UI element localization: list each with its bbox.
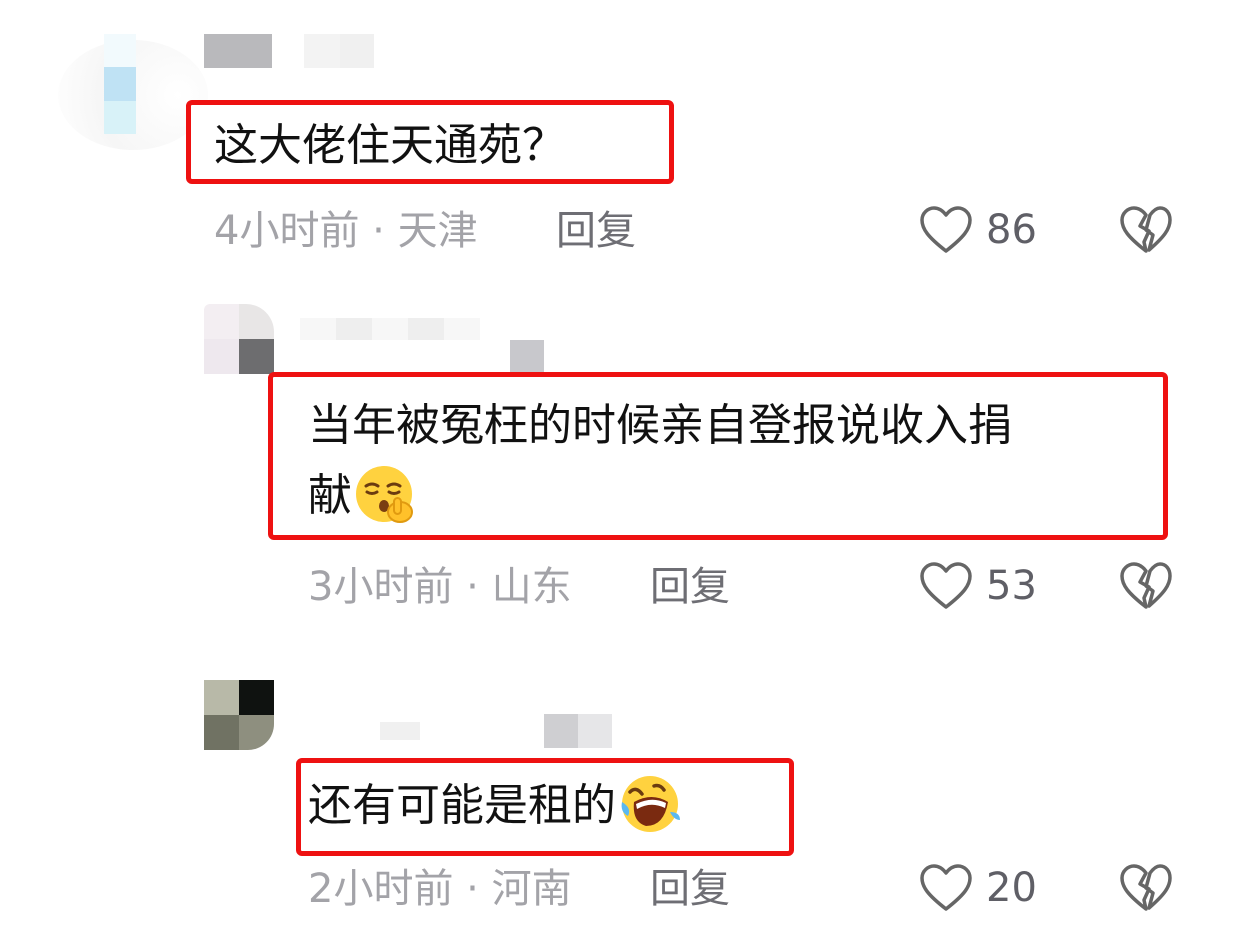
comment-time-location: 4小时前 · 天津 [214, 208, 478, 254]
broken-heart-outline-icon [1120, 206, 1172, 253]
like-button[interactable]: 20 [918, 860, 1037, 916]
comment-thread: 这大佬住天通苑？ 4小时前 · 天津 回复 86 当年被冤枉的时候亲自登报说收入… [0, 0, 1240, 946]
reply-button[interactable]: 回复 [650, 562, 730, 612]
comment-text: 这大佬住天通苑？ [214, 120, 566, 171]
reply-button[interactable]: 回复 [650, 864, 730, 914]
heart-outline-icon [920, 864, 972, 911]
like-count: 53 [986, 563, 1037, 609]
shushing-face-emoji [356, 466, 413, 523]
dislike-button[interactable] [1118, 862, 1174, 914]
username-blurred-detail [510, 340, 544, 372]
avatar-blurred-detail [104, 34, 136, 134]
comment-time-location: 3小时前 · 山东 [308, 564, 572, 610]
like-count: 20 [986, 865, 1037, 911]
avatar-blurred[interactable] [204, 680, 274, 750]
rolling-on-floor-laughing-emoji [621, 776, 680, 832]
heart-outline-icon [920, 206, 972, 253]
like-button[interactable]: 86 [918, 202, 1037, 258]
broken-heart-outline-icon [1120, 562, 1172, 609]
username-blurred[interactable] [380, 722, 420, 740]
dislike-button[interactable] [1118, 204, 1174, 256]
avatar-blurred[interactable] [204, 304, 274, 374]
username-blurred[interactable] [300, 318, 480, 340]
heart-outline-icon [920, 562, 972, 609]
username-blurred-detail [544, 714, 612, 748]
comment-text-line-1: 当年被冤枉的时候亲自登报说收入捐 [308, 400, 1012, 451]
comment-time-location: 2小时前 · 河南 [308, 866, 572, 912]
username-blurred[interactable] [204, 34, 374, 68]
like-count: 86 [986, 207, 1037, 253]
like-button[interactable]: 53 [918, 558, 1037, 614]
comment-text: 还有可能是租的 [308, 774, 682, 838]
broken-heart-outline-icon [1120, 864, 1172, 911]
reply-button[interactable]: 回复 [556, 206, 636, 256]
comment-text-line-2: 献 [308, 464, 418, 528]
dislike-button[interactable] [1118, 560, 1174, 612]
